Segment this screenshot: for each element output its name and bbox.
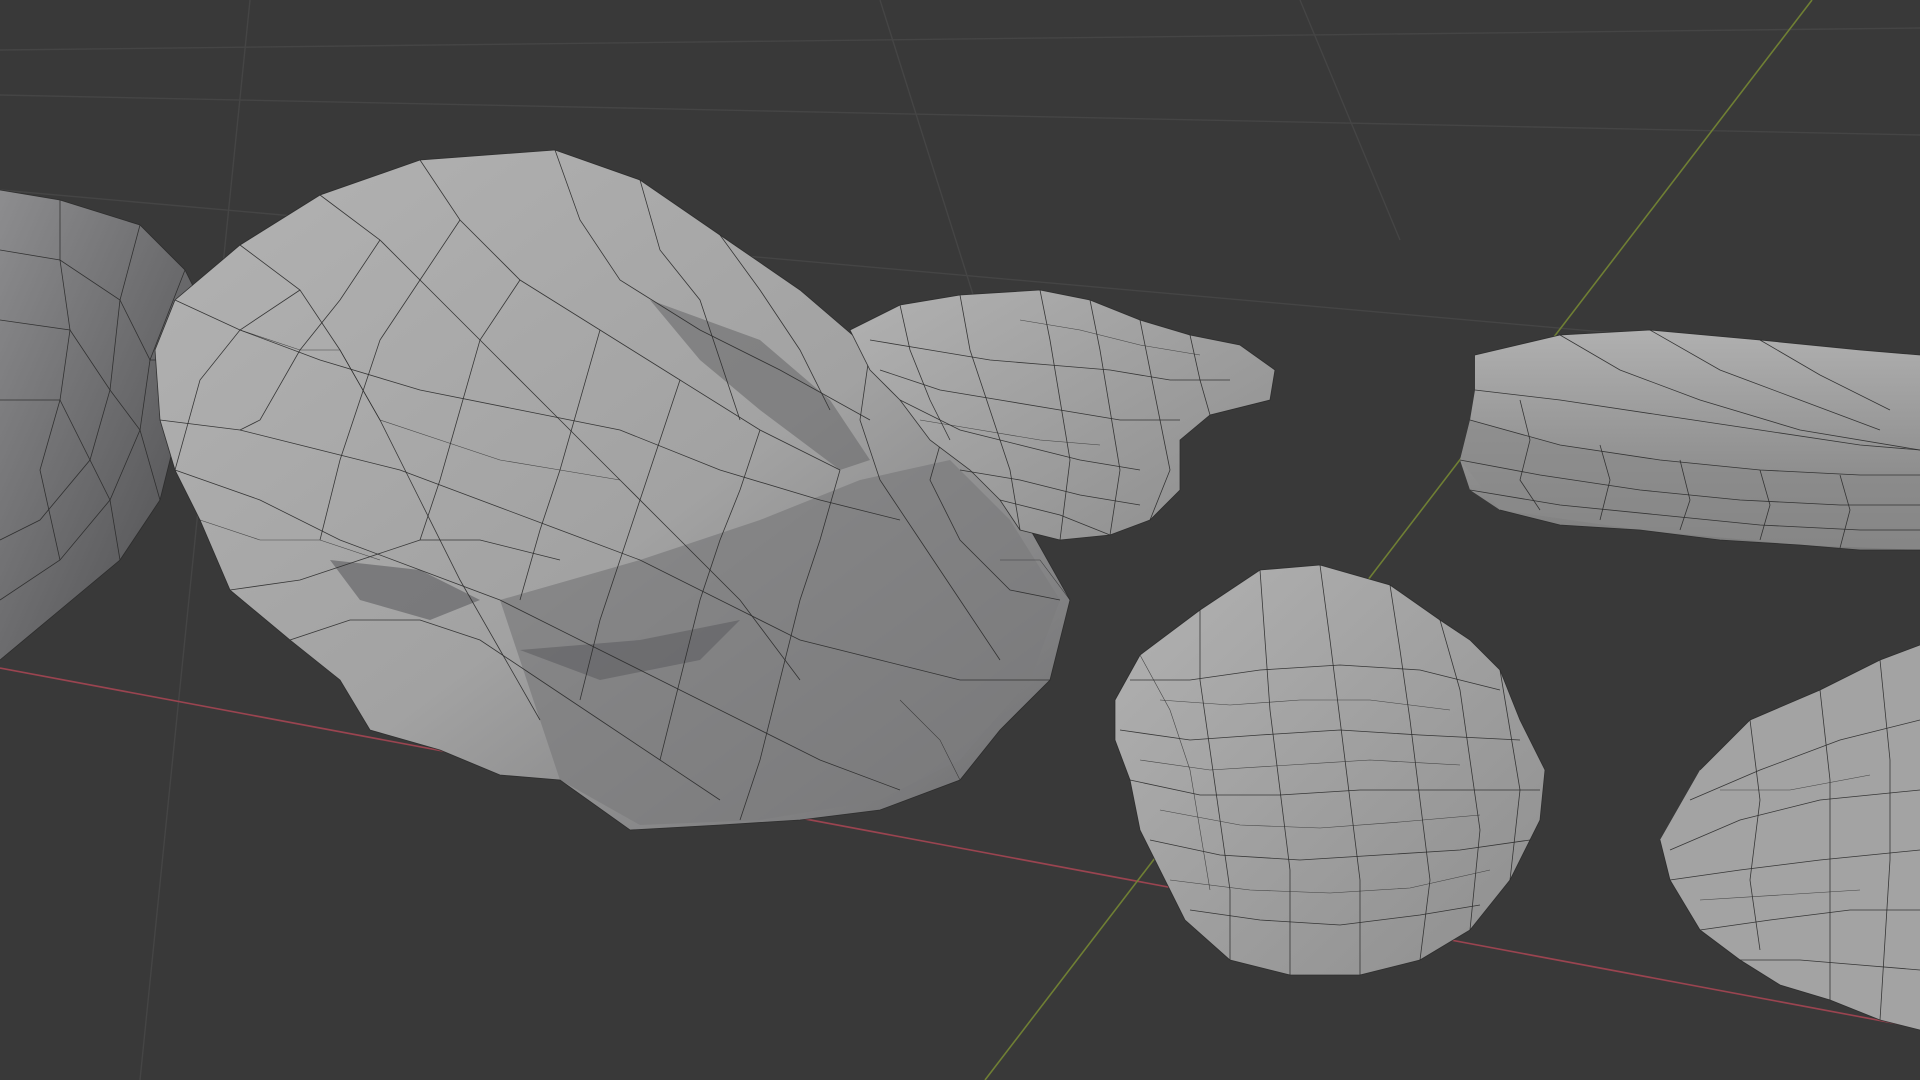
viewport-canvas[interactable] [0,0,1920,1080]
rock-round[interactable] [1114,564,1546,976]
rock-large[interactable] [154,149,1071,831]
rock-bottom-right[interactable] [1659,644,1920,1031]
3d-viewport[interactable] [0,0,1920,1080]
rock-slab-right[interactable] [1459,329,1920,551]
